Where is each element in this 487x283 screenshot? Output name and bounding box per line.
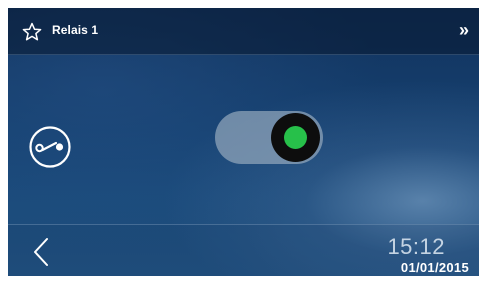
bottom-bar: 15:12 01/01/2015 xyxy=(8,224,479,276)
top-bar: Relais 1 » xyxy=(8,8,479,55)
clock-date: 01/01/2015 xyxy=(400,260,469,275)
toggle-on-indicator xyxy=(284,126,307,149)
device-screen: Relais 1 » 15:12 01/01/2015 xyxy=(8,8,479,276)
relay-toggle-switch[interactable] xyxy=(215,111,323,164)
clock-time: 15:12 xyxy=(387,234,445,259)
page-title: Relais 1 xyxy=(52,23,99,37)
star-icon[interactable] xyxy=(22,22,42,42)
toggle-knob xyxy=(271,113,320,162)
relay-switch-icon xyxy=(28,125,72,169)
chevron-left-icon[interactable] xyxy=(30,237,54,267)
double-chevron-right-icon[interactable]: » xyxy=(459,21,469,39)
